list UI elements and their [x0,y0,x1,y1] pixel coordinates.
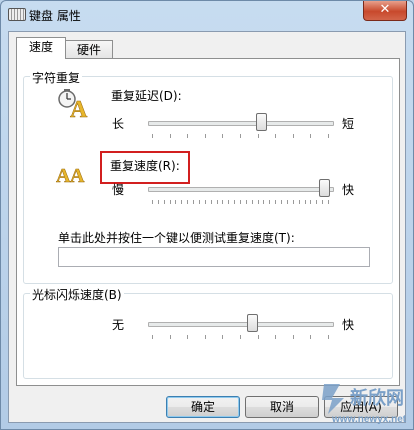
apply-button[interactable]: 应用(A) [324,396,398,418]
cursor-blink-max-label: 快 [342,318,355,332]
tab-speed[interactable]: 速度 [16,37,66,59]
char-repeat-group: 字符重复 A 重复延迟(D): 长 短 A A 重复速度(R): 慢 快 单击此… [23,69,393,284]
ok-button[interactable]: 确定 [166,396,240,418]
speed-tab-panel: 字符重复 A 重复延迟(D): 长 短 A A 重复速度(R): 慢 快 单击此… [16,58,400,386]
cursor-blink-slider-thumb[interactable] [247,314,259,332]
cursor-blink-slider-track[interactable] [148,322,334,327]
repeat-delay-max-label: 短 [342,117,355,131]
repeat-rate-label: 重复速度(R): [110,159,180,173]
dialog-body: 速度 硬件 字符重复 A 重复延迟(D): 长 短 A A 重复速度(R): 慢… [8,31,406,423]
cursor-blink-group-title: 光标闪烁速度(B) [30,286,124,303]
tab-hardware[interactable]: 硬件 [65,40,113,59]
repeat-rate-min-label: 慢 [112,183,125,197]
repeat-rate-icon: A A [56,165,85,186]
repeat-delay-slider-thumb[interactable] [255,113,267,131]
close-button[interactable]: ✕ [363,1,407,21]
repeat-delay-icon: A [58,89,88,118]
repeat-rate-slider-ticks [152,200,329,205]
window-title: 键盘 属性 [29,9,81,23]
repeat-delay-label: 重复延迟(D): [111,89,182,103]
keyboard-icon [8,8,26,21]
cursor-blink-group: 光标闪烁速度(B) 无 快 [23,286,393,379]
char-repeat-group-title: 字符重复 [30,69,83,86]
test-field-label: 单击此处并按住一个键以便测试重复速度(T): [58,231,295,245]
svg-text:A: A [56,165,71,186]
repeat-delay-min-label: 长 [112,117,125,131]
svg-text:A: A [70,97,88,118]
cursor-blink-min-label: 无 [112,318,125,332]
repeat-rate-slider-track[interactable] [148,187,334,192]
repeat-rate-slider-thumb[interactable] [318,179,330,197]
repeat-rate-max-label: 快 [342,183,355,197]
title-bar[interactable]: 键盘 属性 ✕ [1,1,413,29]
repeat-delay-slider-track[interactable] [148,121,334,126]
test-repeat-input[interactable] [58,247,370,267]
cancel-button[interactable]: 取消 [245,396,319,418]
keyboard-properties-window: 键盘 属性 ✕ 速度 硬件 字符重复 A 重复延迟(D): 长 短 A A 重复… [0,0,414,430]
svg-text:A: A [70,165,85,186]
repeat-delay-slider-ticks [152,134,329,139]
cursor-blink-slider-ticks [152,335,329,340]
